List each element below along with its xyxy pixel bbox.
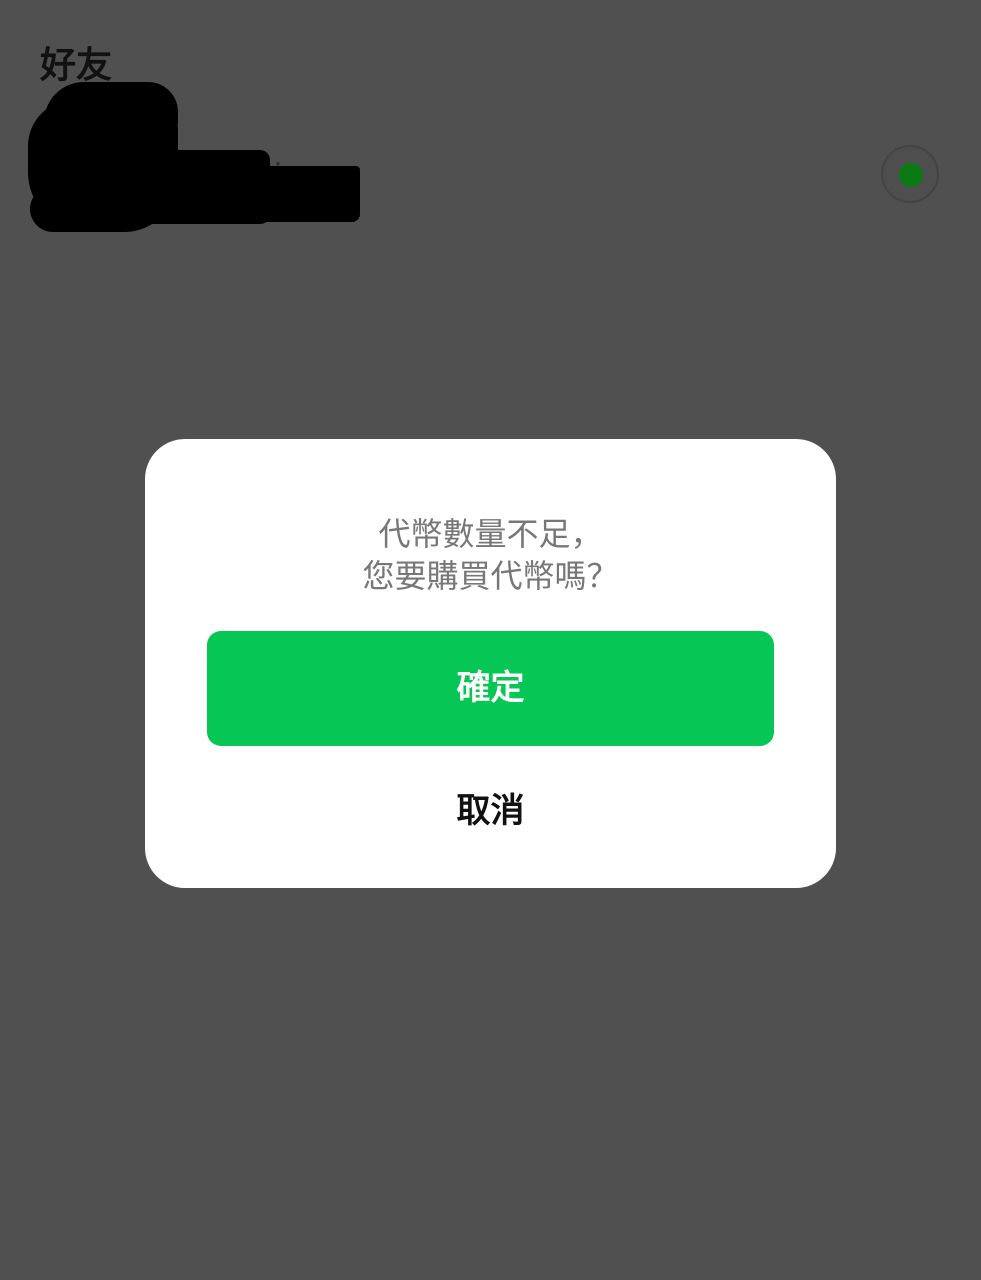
cancel-button[interactable]: 取消: [207, 779, 774, 843]
redaction-mark: [168, 166, 360, 222]
redaction-mark: [30, 186, 140, 232]
redaction-mark: [44, 82, 178, 142]
friend-select-radio[interactable]: [881, 145, 939, 203]
insufficient-coins-dialog: 代幣數量不足， 您要購買代幣嗎？ 確定 取消: [145, 439, 836, 888]
confirm-button[interactable]: 確定: [207, 631, 774, 746]
dialog-message-line-1: 代幣數量不足，: [378, 515, 603, 553]
online-status-icon: [899, 163, 923, 187]
dialog-message: 代幣數量不足， 您要購買代幣嗎？: [145, 513, 836, 597]
dialog-message-line-2: 您要購買代幣嗎？: [362, 557, 619, 595]
